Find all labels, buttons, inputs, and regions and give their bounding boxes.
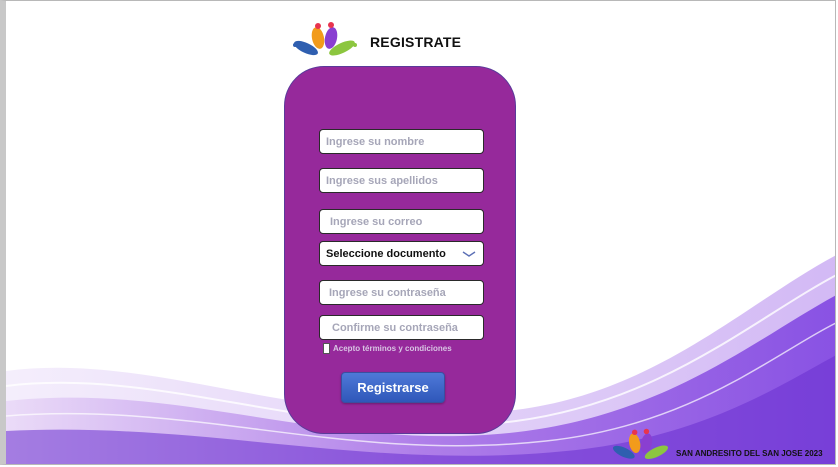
flower-logo-icon — [293, 22, 357, 56]
terms-checkbox[interactable] — [323, 343, 330, 354]
chevron-down-icon — [462, 250, 476, 257]
email-field[interactable] — [319, 209, 484, 234]
page-title: REGISTRATE — [370, 34, 462, 50]
confirm-password-field[interactable] — [319, 315, 484, 340]
document-select[interactable]: Seleccione documento — [319, 241, 484, 266]
lastname-field[interactable] — [319, 168, 484, 193]
password-field[interactable] — [319, 280, 484, 305]
header: REGISTRATE — [290, 21, 461, 63]
footer-text: SAN ANDRESITO DEL SAN JOSE 2023 — [676, 449, 823, 458]
document-select-label: Seleccione documento — [326, 247, 446, 260]
footer: SAN ANDRESITO DEL SAN JOSE 2023 — [608, 424, 823, 464]
name-field[interactable] — [319, 129, 484, 154]
flower-logo-icon — [612, 428, 669, 459]
terms-label: Acepto términos y condiciones — [333, 344, 452, 353]
registration-card: Seleccione documento Acepto términos y c… — [284, 66, 516, 434]
terms-row: Acepto términos y condiciones — [323, 343, 452, 354]
register-button[interactable]: Registrarse — [341, 372, 445, 403]
app-window: REGISTRATE Seleccione documento Acepto t… — [0, 0, 836, 465]
